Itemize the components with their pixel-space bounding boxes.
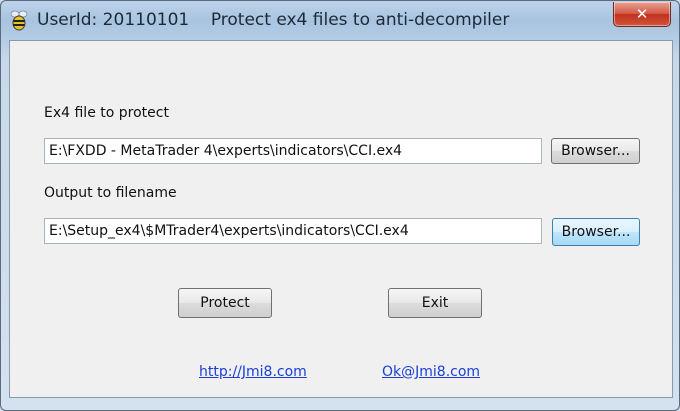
input-file-label: Ex4 file to protect [44,105,169,121]
bee-icon [10,10,28,31]
app-window: UserId: 20110101 Protect ex4 files to an… [0,0,680,411]
input-browse-button[interactable]: Browser... [551,138,640,164]
input-file-field[interactable]: E:\FXDD - MetaTrader 4\experts\indicator… [44,138,542,164]
website-link[interactable]: http://Jmi8.com [199,364,307,380]
protect-button[interactable]: Protect [178,288,272,318]
output-file-label: Output to filename [44,185,177,201]
dialog-client-area: Ex4 file to protect E:\FXDD - MetaTrader… [9,40,673,398]
title-bar[interactable]: UserId: 20110101 Protect ex4 files to an… [1,1,679,41]
output-browse-button[interactable]: Browser... [552,218,640,246]
exit-button[interactable]: Exit [388,288,482,318]
output-file-field[interactable]: E:\Setup_ex4\$MTrader4\experts\indicator… [44,218,542,244]
close-button[interactable]: ✕ [613,2,671,27]
email-link[interactable]: Ok@Jmi8.com [382,364,480,380]
close-icon: ✕ [635,5,649,23]
window-title: UserId: 20110101 Protect ex4 files to an… [37,10,510,30]
